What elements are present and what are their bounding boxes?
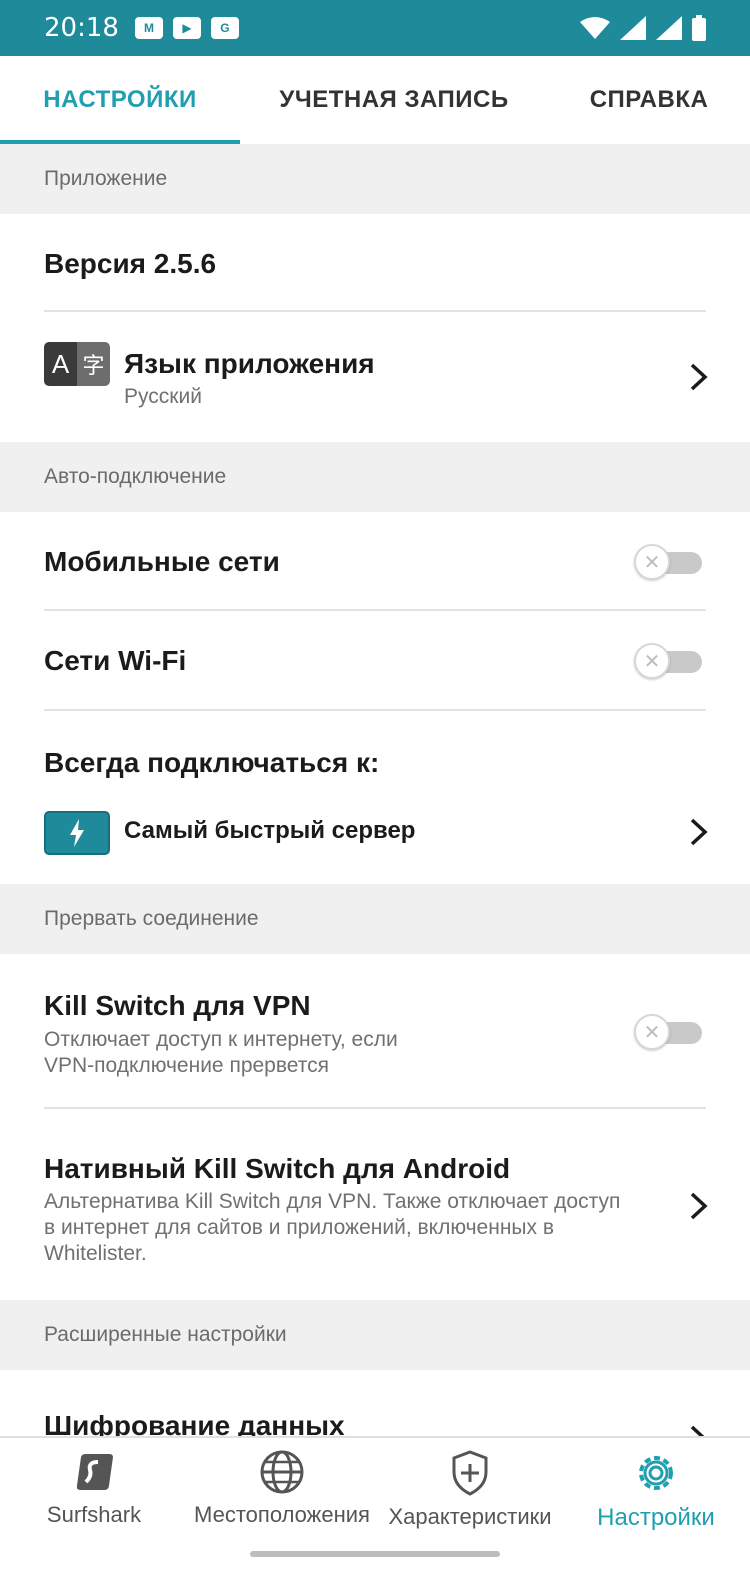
status-bar: 20:18 M ▶ G [0,0,750,56]
tab-account[interactable]: УЧЕТНАЯ ЗАПИСЬ [240,56,548,144]
chevron-right-icon [690,363,708,391]
language-title: Язык приложения [124,348,375,379]
lightning-icon [44,811,110,855]
section-header-advanced: Расширенные настройки [0,1300,750,1370]
native-kill-switch-title: Нативный Kill Switch для Android [44,1153,511,1184]
nav-label: Местоположения [194,1502,370,1527]
close-icon: ✕ [634,1014,670,1050]
gear-icon [639,1456,673,1490]
language-row[interactable]: A 字 Язык приложения Русский [0,312,750,442]
fastest-server-row[interactable]: Самый быстрый сервер [0,807,750,859]
always-connect-block: Всегда подключаться к: Самый быстрый сер… [0,711,750,884]
native-kill-switch-row[interactable]: Нативный Kill Switch для Android Альтерн… [0,1109,750,1300]
home-indicator[interactable] [250,1551,500,1557]
encryption-title: Шифрование данных [44,1410,345,1436]
gmail-icon: M [134,17,163,39]
translate-icon: A 字 [44,342,110,386]
section-header-auto-connect: Авто-подключение [0,442,750,512]
language-value: Русский [124,385,202,408]
signal-icon [620,16,646,40]
nav-settings[interactable]: Настройки [562,1450,750,1532]
battery-icon [692,15,706,41]
wifi-icon [580,17,610,39]
close-icon: ✕ [634,544,670,580]
close-icon: ✕ [634,643,670,679]
native-kill-switch-desc-3: Whitelister. [44,1242,147,1265]
always-connect-label: Всегда подключаться к: [44,747,380,778]
chevron-right-icon [690,818,708,846]
section-header-app: Приложение [0,144,750,214]
news-icon: G [210,17,239,39]
nav-features[interactable]: Характеристики [376,1450,564,1530]
nav-locations[interactable]: Местоположения [188,1450,376,1528]
signal-icon-2 [656,16,682,40]
mobile-networks-row: Мобильные сети ✕ [0,512,750,610]
top-tabs: НАСТРОЙКИ УЧЕТНАЯ ЗАПИСЬ СПРАВКА [0,56,750,144]
tab-help[interactable]: СПРАВКА [548,56,750,144]
encryption-row[interactable]: Шифрование данных [0,1370,750,1436]
wifi-row: Сети Wi-Fi ✕ [0,611,750,710]
surfshark-logo-icon [76,1454,113,1490]
nav-label: Surfshark [46,1502,142,1527]
nav-surfshark[interactable]: Surfshark [0,1450,188,1528]
globe-icon [260,1450,304,1494]
fastest-server-label: Самый быстрый сервер [124,817,416,844]
vpn-kill-switch-toggle[interactable]: ✕ [634,1014,702,1050]
youtube-icon: ▶ [172,17,201,39]
vpn-kill-switch-row: Kill Switch для VPN Отключает доступ к и… [0,954,750,1108]
nav-label: Настройки [597,1504,715,1531]
version-text: Версия 2.5.6 [44,248,217,279]
section-header-kill-switch: Прервать соединение [0,884,750,954]
native-kill-switch-desc-2: в интернет для сайтов и приложений, вклю… [44,1216,555,1239]
bottom-nav: Surfshark Местоположения Характеристики … [0,1436,750,1569]
vpn-kill-switch-title: Kill Switch для VPN [44,990,311,1021]
vpn-kill-switch-desc-2: VPN-подключение прервется [44,1054,330,1077]
shield-plus-icon [452,1450,488,1496]
mobile-networks-label: Мобильные сети [44,546,280,577]
native-kill-switch-desc-1: Альтернатива Kill Switch для VPN. Также … [44,1190,621,1213]
status-time: 20:18 [44,13,119,43]
wifi-label: Сети Wi-Fi [44,645,187,676]
mobile-networks-toggle[interactable]: ✕ [634,544,702,580]
vpn-kill-switch-desc-1: Отключает доступ к интернету, если [44,1028,398,1051]
chevron-right-icon [690,1425,705,1436]
version-row: Версия 2.5.6 [0,214,750,312]
notification-icons: M ▶ G [134,17,239,39]
nav-label: Характеристики [388,1504,552,1529]
chevron-right-icon [690,1192,708,1220]
tab-settings[interactable]: НАСТРОЙКИ [0,56,240,144]
wifi-toggle[interactable]: ✕ [634,643,702,679]
system-icons [580,15,706,41]
